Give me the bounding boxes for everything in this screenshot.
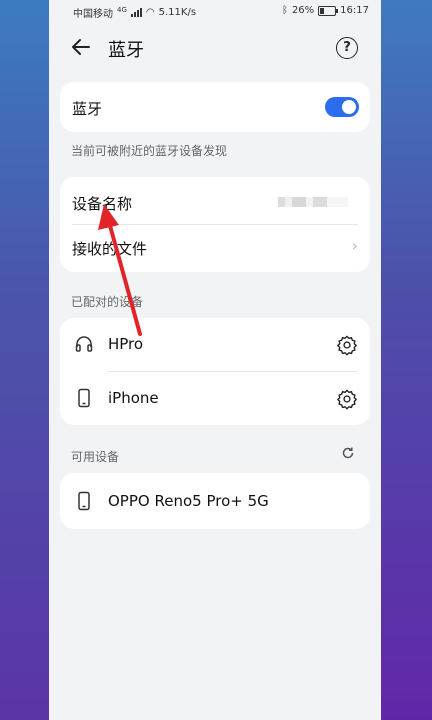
received-files-row[interactable]: 接收的文件 › bbox=[60, 225, 370, 272]
visibility-note: 当前可被附近的蓝牙设备发现 bbox=[71, 144, 228, 158]
device-name-label: 设备名称 bbox=[72, 195, 133, 213]
chevron-right-icon: › bbox=[351, 236, 358, 255]
back-arrow-icon[interactable] bbox=[69, 34, 95, 60]
phone-icon bbox=[78, 491, 90, 511]
gear-icon[interactable] bbox=[336, 334, 358, 356]
list-item[interactable]: HPro bbox=[60, 318, 370, 371]
paired-devices-card: HPro iPhone bbox=[60, 318, 370, 425]
available-devices-title: 可用设备 bbox=[71, 450, 120, 464]
battery-icon bbox=[318, 5, 339, 16]
headphones-icon bbox=[75, 336, 93, 352]
battery-percent: 26% bbox=[291, 5, 315, 16]
clock: 16:17 bbox=[340, 5, 369, 16]
device-name: OPPO Reno5 Pro+ 5G bbox=[108, 492, 269, 510]
list-item[interactable]: OPPO Reno5 Pro+ 5G bbox=[60, 473, 370, 529]
network-speed: 5.11K/s bbox=[158, 7, 197, 18]
background-left bbox=[0, 0, 49, 720]
device-name-row[interactable]: 设备名称 bbox=[60, 177, 370, 224]
status-bar: 中国移动 4G ◠ 5.11K/s ᛒ 26% 16:17 bbox=[49, 0, 381, 24]
device-name-value-redacted bbox=[278, 197, 348, 207]
bluetooth-status-icon: ᛒ bbox=[281, 5, 288, 16]
carrier-name: 中国移动 bbox=[73, 9, 113, 20]
bluetooth-switch[interactable] bbox=[325, 97, 359, 117]
paired-devices-title: 已配对的设备 bbox=[71, 295, 144, 309]
bluetooth-toggle-card: 蓝牙 bbox=[60, 82, 370, 132]
gear-icon[interactable] bbox=[336, 388, 358, 410]
device-name: HPro bbox=[108, 335, 144, 353]
network-type: 4G bbox=[117, 5, 127, 14]
bluetooth-label: 蓝牙 bbox=[72, 100, 103, 118]
device-settings-card: 设备名称 接收的文件 › bbox=[60, 177, 370, 272]
bluetooth-toggle-row[interactable]: 蓝牙 bbox=[60, 82, 370, 132]
device-name: iPhone bbox=[108, 389, 159, 407]
wifi-icon: ◠ bbox=[145, 7, 155, 18]
page-title: 蓝牙 bbox=[108, 40, 144, 61]
available-devices-card: OPPO Reno5 Pro+ 5G bbox=[60, 473, 370, 529]
phone-screen: 中国移动 4G ◠ 5.11K/s ᛒ 26% 16:17 蓝牙 ? 蓝牙 当前… bbox=[49, 0, 381, 720]
received-files-label: 接收的文件 bbox=[72, 240, 148, 258]
help-icon[interactable]: ? bbox=[336, 37, 358, 59]
phone-icon bbox=[78, 388, 90, 408]
refresh-icon[interactable] bbox=[341, 446, 355, 460]
list-item[interactable]: iPhone bbox=[60, 372, 370, 425]
app-bar: 蓝牙 ? bbox=[49, 28, 381, 68]
background-right bbox=[381, 0, 432, 720]
signal-icon bbox=[130, 8, 142, 17]
